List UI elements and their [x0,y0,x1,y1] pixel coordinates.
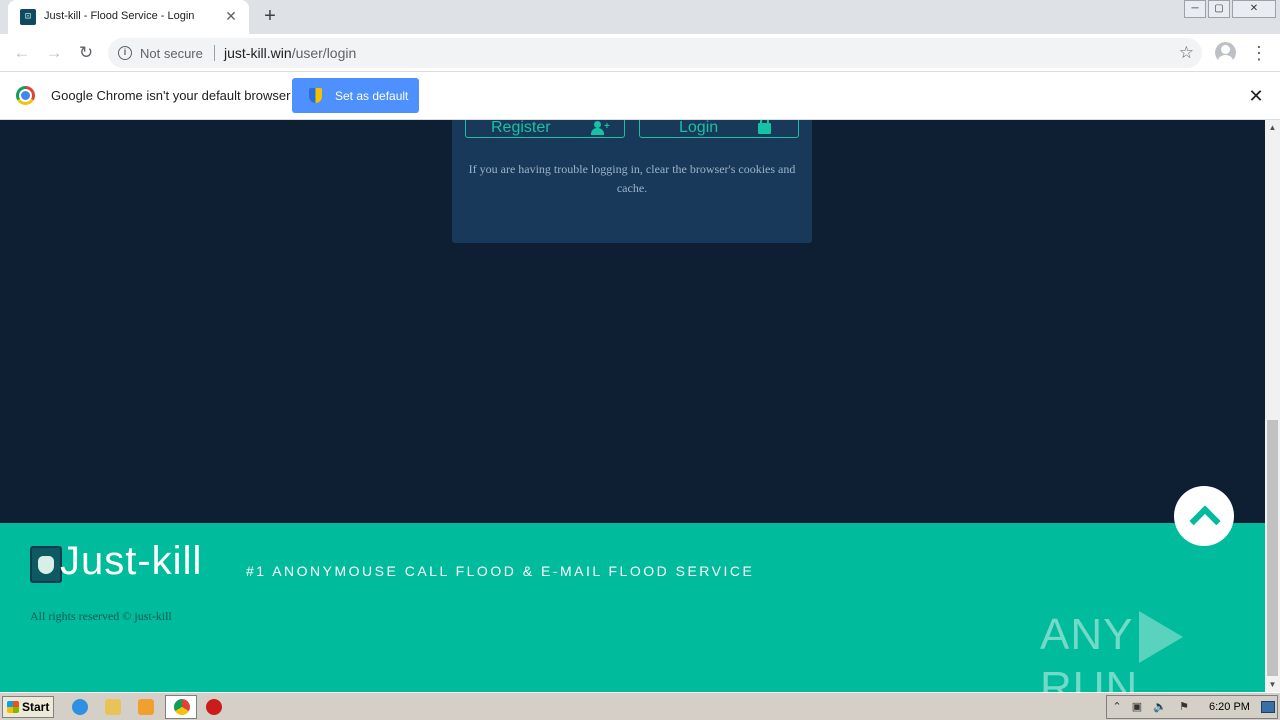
network-icon[interactable]: ▣ [1130,701,1144,714]
menu-kebab-icon[interactable]: ⋮ [1250,41,1268,65]
show-desktop-icon[interactable] [1261,701,1275,713]
media-player-icon[interactable] [138,699,154,715]
user-plus-icon: + [591,121,611,135]
shield-mask-icon: ⊡ [20,9,36,25]
mask-logo-icon [30,546,62,583]
browser-tab[interactable]: ⊡ Just-kill - Flood Service - Login ✕ [8,0,249,34]
maximize-button[interactable]: ▢ [1208,0,1230,18]
login-help-text: If you are having trouble logging in, cl… [468,162,796,195]
start-button[interactable]: Start [2,696,54,718]
url-host: just-kill.win [224,45,292,61]
forward-button[interactable]: → [42,41,66,65]
login-button[interactable]: Login [639,120,799,138]
tray-expand-icon[interactable]: ⌃ [1110,701,1124,714]
profile-avatar-icon[interactable] [1215,42,1236,63]
window-close-button[interactable]: ✕ [1232,0,1276,18]
omnibox-divider [214,45,215,61]
anyrun-watermark: ANY RUN [1040,610,1265,692]
lock-icon [758,120,771,134]
footer-tagline: #1 ANONYMOUSE CALL FLOOD & E-MAIL FLOOD … [246,563,755,579]
action-center-flag-icon[interactable]: ⚑ [1177,701,1191,714]
register-label: Register [491,120,551,136]
volume-icon[interactable]: 🔈 [1153,701,1167,714]
scroll-thumb[interactable] [1267,420,1278,676]
page-viewport: Register + Login If you are having troub… [0,120,1265,692]
start-label: Start [22,700,50,714]
infobar-message: Google Chrome isn't your default browser [51,88,291,103]
chrome-icon [174,699,190,715]
new-tab-button[interactable]: + [259,5,281,27]
reload-button[interactable]: ↻ [74,41,98,65]
set-as-default-button[interactable]: Set as default [292,78,419,113]
windows-taskbar: Start ⌃ ▣ 🔈 ⚑ 6:20 PM [0,692,1280,720]
clock[interactable]: 6:20 PM [1209,701,1250,713]
scroll-up-arrow-icon[interactable]: ▲ [1265,120,1280,135]
site-footer: Just-kill #1 ANONYMOUSE CALL FLOOD & E-M… [0,523,1265,692]
watermark-right: RUN [1040,663,1139,692]
watermark-left: ANY [1040,610,1134,659]
file-explorer-icon[interactable] [105,699,121,715]
tab-title: Just-kill - Flood Service - Login [44,10,195,22]
internet-explorer-icon[interactable] [72,699,88,715]
stop-icon[interactable] [206,699,222,715]
copyright-text: All rights reserved © just-kill [30,609,172,623]
minimize-button[interactable]: ─ [1184,0,1206,18]
scroll-to-top-button[interactable] [1174,486,1234,546]
scroll-down-arrow-icon[interactable]: ▼ [1265,677,1280,692]
register-button[interactable]: Register + [465,120,625,138]
info-icon[interactable]: i [118,46,132,60]
set-as-default-label: Set as default [335,89,409,103]
vertical-scrollbar[interactable]: ▲ ▼ [1265,120,1280,692]
address-bar[interactable]: i Not secure just-kill.win/user/login ☆ [108,38,1202,68]
play-icon [1139,611,1184,664]
uac-shield-icon [309,88,322,103]
login-card: Register + Login If you are having troub… [452,120,812,243]
default-browser-infobar: Google Chrome isn't your default browser… [0,72,1280,120]
back-button[interactable]: ← [10,41,34,65]
tab-strip: ⊡ Just-kill - Flood Service - Login ✕ + … [0,0,1280,34]
chrome-taskbar-button[interactable] [165,695,197,719]
url-text[interactable]: just-kill.win/user/login [224,45,356,61]
windows-flag-icon [7,701,19,713]
security-indicator[interactable]: Not secure [140,46,203,61]
infobar-close-icon[interactable]: ✕ [1246,86,1266,106]
url-path: /user/login [291,45,357,61]
brand-logo[interactable]: Just-kill [60,539,202,584]
login-label: Login [679,120,719,136]
browser-toolbar: ← → ↻ i Not secure just-kill.win/user/lo… [0,34,1280,72]
bookmark-star-icon[interactable]: ☆ [1179,43,1194,63]
chrome-logo-icon [16,86,35,105]
system-tray: ⌃ ▣ 🔈 ⚑ 6:20 PM [1106,695,1278,719]
close-icon[interactable]: ✕ [223,8,239,24]
